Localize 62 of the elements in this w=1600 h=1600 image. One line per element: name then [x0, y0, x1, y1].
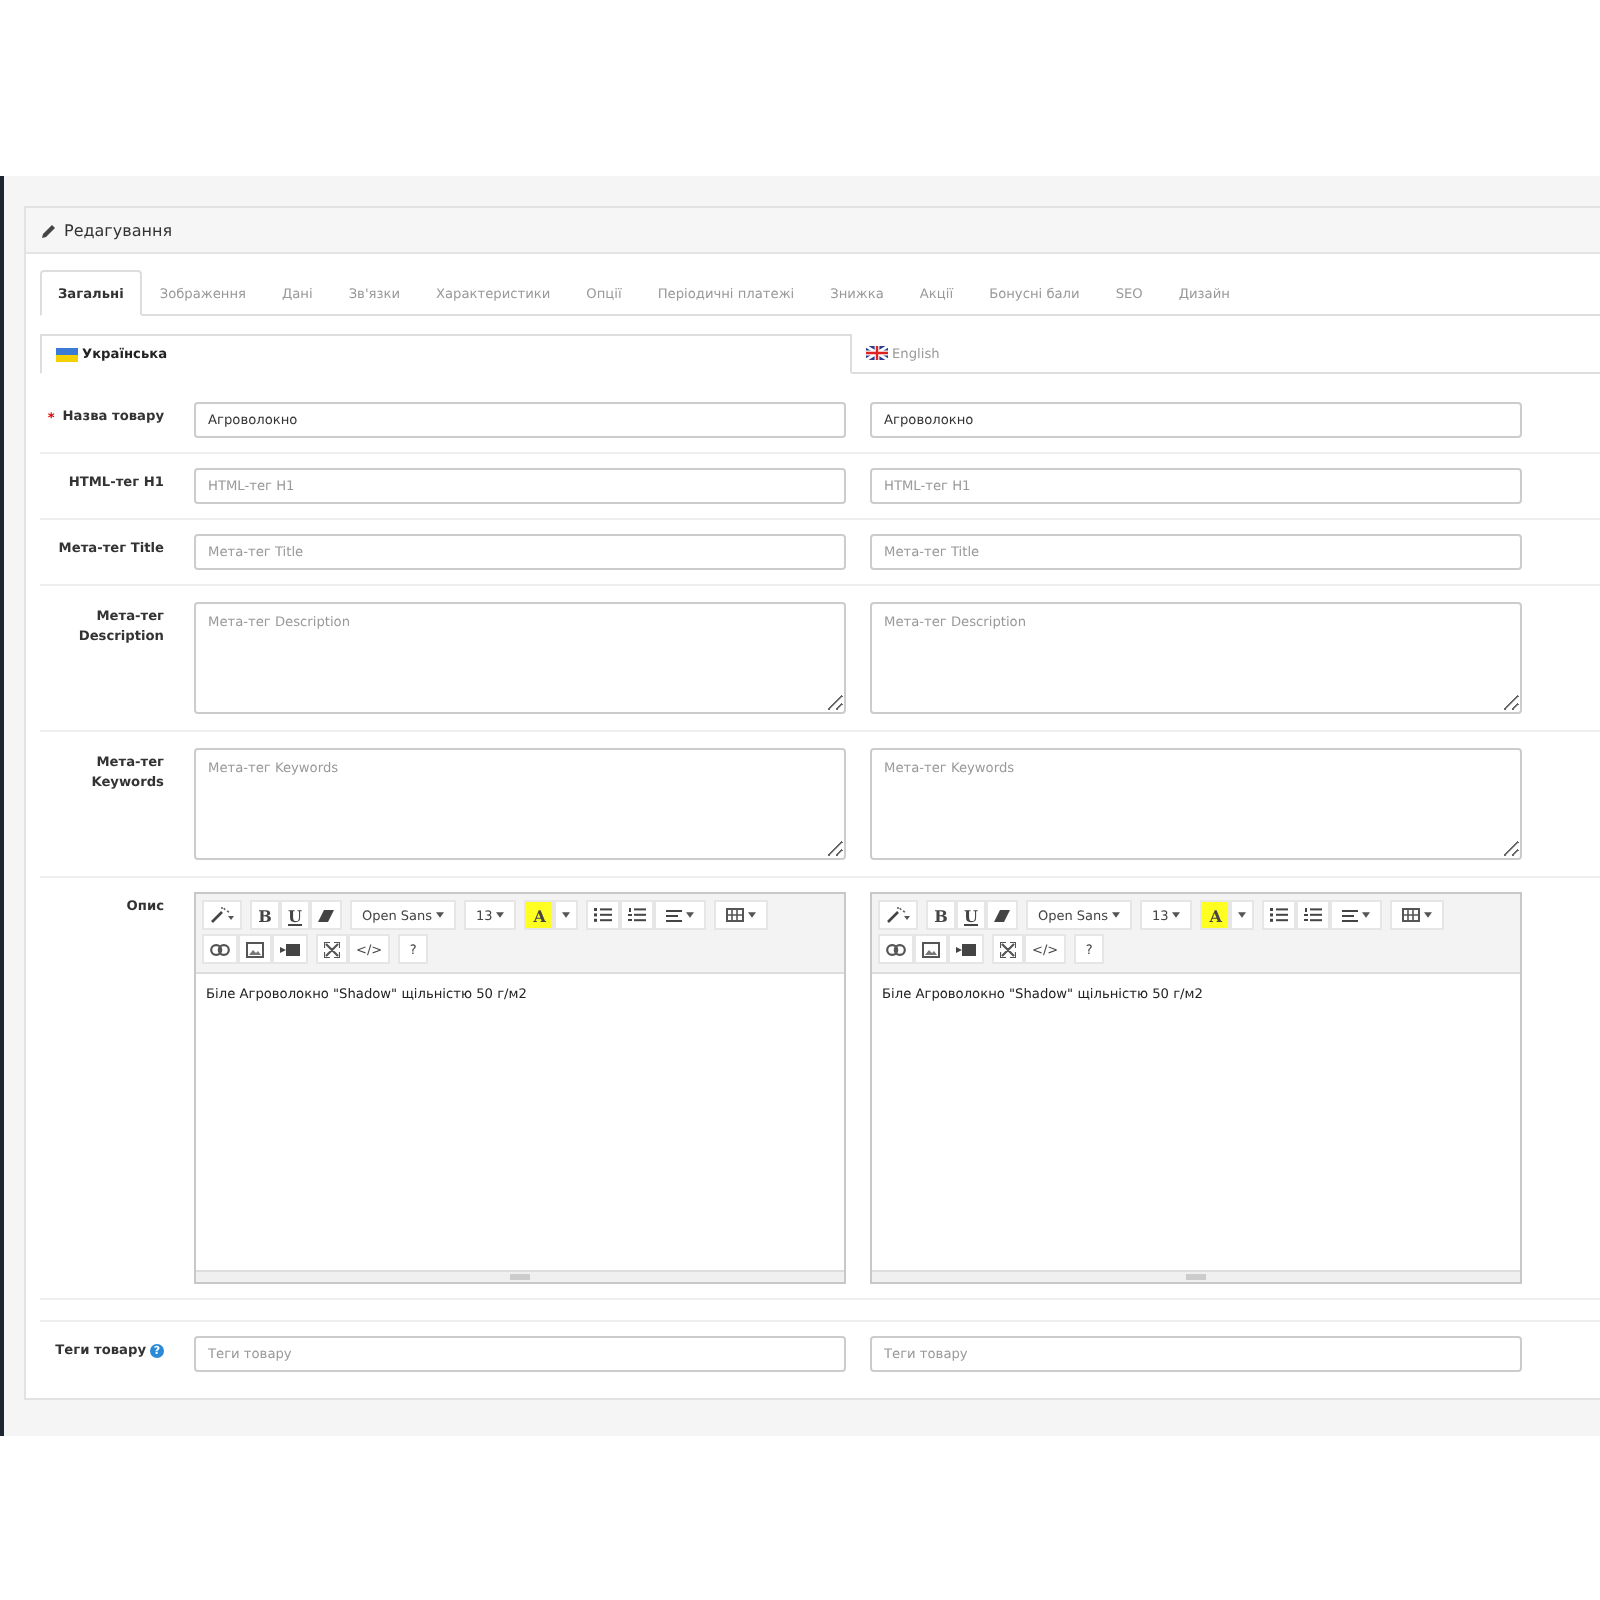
- numbered-list-icon: [628, 908, 647, 922]
- image-button[interactable]: [238, 934, 272, 964]
- caret-icon: [1172, 912, 1181, 918]
- bullet-list-button[interactable]: [1262, 900, 1297, 930]
- color-dropdown-button[interactable]: [1230, 900, 1255, 930]
- numbered-list-button[interactable]: [620, 900, 655, 930]
- fullscreen-icon: [324, 941, 340, 957]
- caret-icon: [1238, 912, 1247, 918]
- bold-button[interactable]: B: [926, 900, 956, 930]
- table-icon: [1402, 908, 1421, 922]
- image-icon: [922, 941, 940, 957]
- eraser-button[interactable]: [986, 900, 1018, 930]
- video-icon: [280, 943, 300, 955]
- underline-button[interactable]: U: [280, 900, 310, 930]
- eraser-icon: [318, 907, 334, 923]
- bullet-list-icon: [594, 908, 613, 922]
- image-button[interactable]: [914, 934, 948, 964]
- align-button[interactable]: [1330, 900, 1383, 930]
- eraser-button[interactable]: [310, 900, 342, 930]
- caret-icon: [562, 912, 571, 918]
- bold-button[interactable]: B: [250, 900, 280, 930]
- highlight-color-button[interactable]: A: [1200, 900, 1231, 930]
- align-icon: [666, 909, 683, 921]
- caret-icon: [496, 912, 505, 918]
- link-button[interactable]: [202, 934, 238, 964]
- caret-icon: [1362, 912, 1371, 918]
- numbered-list-icon: [1304, 908, 1323, 922]
- align-button[interactable]: [654, 900, 707, 930]
- caret-icon: [748, 912, 757, 918]
- image-icon: [246, 941, 264, 957]
- numbered-list-button[interactable]: [1296, 900, 1331, 930]
- link-icon: [210, 943, 230, 955]
- caret-icon: [1424, 912, 1433, 918]
- panel-title: Редагування: [64, 221, 173, 239]
- caret-icon: [1112, 912, 1121, 918]
- video-button[interactable]: [272, 934, 308, 964]
- color-dropdown-button[interactable]: [554, 900, 579, 930]
- bullet-list-icon: [1270, 908, 1289, 922]
- caret-icon: [436, 912, 445, 918]
- flag-icon: [56, 347, 78, 361]
- style-button[interactable]: [202, 900, 242, 930]
- wand-icon: [886, 906, 910, 924]
- link-button[interactable]: [878, 934, 914, 964]
- table-button[interactable]: [1390, 900, 1445, 930]
- bullet-list-button[interactable]: [586, 900, 621, 930]
- video-button[interactable]: [948, 934, 984, 964]
- underline-button[interactable]: U: [956, 900, 986, 930]
- style-button[interactable]: [878, 900, 918, 930]
- fullscreen-icon: [1000, 941, 1016, 957]
- table-button[interactable]: [714, 900, 769, 930]
- pencil-icon: [42, 223, 56, 237]
- align-icon: [1342, 909, 1359, 921]
- fullscreen-button[interactable]: [316, 934, 348, 964]
- flag-icon: [866, 346, 888, 360]
- table-icon: [726, 908, 745, 922]
- caret-icon: [686, 912, 695, 918]
- link-icon: [886, 943, 906, 955]
- video-icon: [956, 943, 976, 955]
- wand-icon: [210, 906, 234, 924]
- eraser-icon: [994, 907, 1010, 923]
- fullscreen-button[interactable]: [992, 934, 1024, 964]
- highlight-color-button[interactable]: A: [524, 900, 555, 930]
